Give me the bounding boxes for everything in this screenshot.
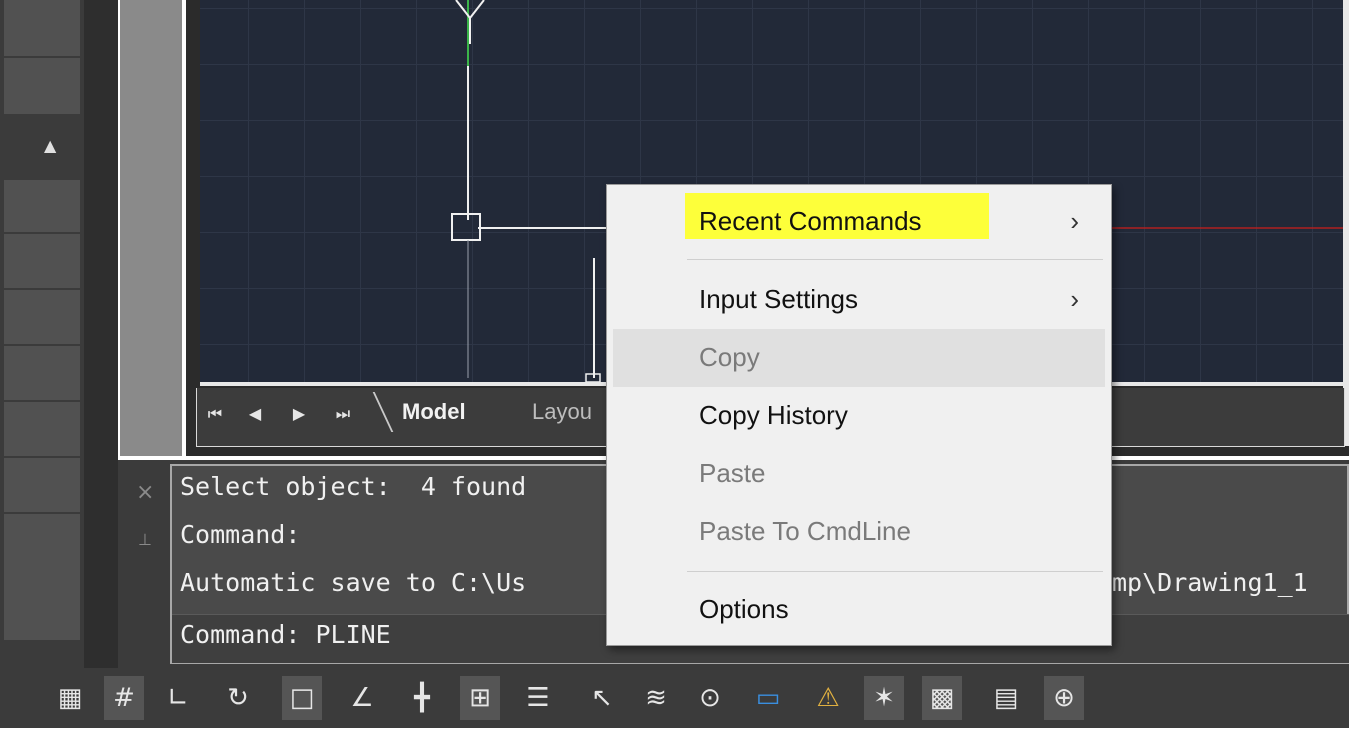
- collapse-up-icon: ▲: [44, 136, 57, 155]
- menu-item-recent-commands[interactable]: Recent Commands ›: [613, 193, 1105, 249]
- customize-icon[interactable]: ⊕: [1044, 676, 1084, 720]
- palette-tab[interactable]: [4, 180, 80, 233]
- last-layout-button[interactable]: ⏭: [330, 400, 356, 428]
- command-history-line: Command:: [180, 520, 301, 549]
- menu-separator: [687, 259, 1103, 260]
- context-menu: Recent Commands › Input Settings › Copy …: [606, 184, 1112, 646]
- menu-item-paste-to-cmdline[interactable]: Paste To CmdLine: [613, 503, 1105, 559]
- menu-item-label: Paste: [699, 458, 766, 488]
- dynamic-input-icon[interactable]: ⊞: [460, 676, 500, 720]
- palette-tab[interactable]: [4, 458, 80, 513]
- object-snap-icon[interactable]: □: [282, 676, 322, 720]
- menu-item-label: Copy History: [699, 400, 848, 430]
- next-layout-button[interactable]: ▶: [286, 400, 312, 428]
- tab-layout[interactable]: Layou: [518, 390, 618, 434]
- menu-item-options[interactable]: Options: [613, 581, 1105, 637]
- menu-item-copy-history[interactable]: Copy History: [613, 387, 1105, 443]
- menu-item-copy[interactable]: Copy: [613, 329, 1105, 387]
- menu-item-paste[interactable]: Paste: [613, 445, 1105, 501]
- pin-icon[interactable]: ⊥: [138, 530, 152, 549]
- palette-tab[interactable]: [4, 58, 80, 115]
- tab-model-label: Model: [402, 399, 466, 424]
- palette-tab[interactable]: [4, 346, 80, 401]
- chevron-right-icon: ›: [1070, 206, 1079, 236]
- menu-item-input-settings[interactable]: Input Settings ›: [613, 271, 1105, 327]
- ucs-y-label-icon: [455, 0, 485, 44]
- properties-icon[interactable]: ▤: [986, 676, 1026, 720]
- command-history-line: Select object: 4 found: [180, 472, 527, 501]
- snap-mode-icon[interactable]: ∟: [158, 676, 198, 720]
- palette-tab[interactable]: [4, 234, 80, 289]
- chevron-right-icon: ›: [1070, 284, 1079, 314]
- palette-tab[interactable]: [4, 402, 80, 457]
- palette-tab[interactable]: [4, 0, 80, 57]
- object-snap-marker-icon: [451, 213, 481, 241]
- palette-separator: [84, 0, 118, 668]
- status-bar-edge: [0, 728, 1349, 735]
- previous-layout-button[interactable]: ◀: [242, 400, 268, 428]
- menu-separator: [687, 571, 1103, 572]
- grid-display-icon[interactable]: #: [104, 676, 144, 720]
- menu-item-label: Recent Commands: [699, 206, 922, 236]
- close-icon[interactable]: ×: [136, 480, 154, 505]
- selection-cycling-icon[interactable]: ↖: [582, 676, 622, 720]
- isometric-drafting-icon[interactable]: ∠: [342, 676, 382, 720]
- command-current-line: Command: PLINE: [180, 620, 391, 649]
- command-history-line-tail: mp\Drawing1_1: [1112, 568, 1308, 597]
- auto-scale-icon[interactable]: ✶: [864, 676, 904, 720]
- menu-item-label: Paste To CmdLine: [699, 516, 911, 546]
- palette-scrollbar[interactable]: [120, 0, 182, 456]
- zoom-icon[interactable]: ⊙: [690, 676, 730, 720]
- menu-item-label: Input Settings: [699, 284, 858, 314]
- tab-model[interactable]: Model: [372, 390, 518, 434]
- palette-tab[interactable]: [4, 514, 80, 641]
- menu-item-label: Options: [699, 594, 789, 624]
- layers-icon[interactable]: ≋: [636, 676, 676, 720]
- palette-tab[interactable]: [4, 290, 80, 345]
- lineweight-icon[interactable]: ☰: [518, 676, 558, 720]
- tab-layout-label: Layou: [532, 399, 592, 424]
- command-history-line: Automatic save to C:\Us: [180, 568, 527, 597]
- first-layout-button[interactable]: ⏮: [202, 400, 228, 428]
- canvas-border: [1343, 0, 1349, 446]
- menu-item-label: Copy: [699, 342, 760, 372]
- tool-palette: ▲: [0, 0, 84, 668]
- viewport-icon[interactable]: ▭: [748, 676, 788, 720]
- palette-collapse-button[interactable]: ▲: [4, 118, 80, 179]
- object-snap-tracking-icon[interactable]: ╋: [402, 676, 442, 720]
- polar-tracking-icon[interactable]: ↻: [218, 676, 258, 720]
- annotation-visibility-icon[interactable]: ⚠: [808, 676, 848, 720]
- model-space-grid-icon[interactable]: ▦: [50, 676, 90, 720]
- hardware-acceleration-icon[interactable]: ▩: [922, 676, 962, 720]
